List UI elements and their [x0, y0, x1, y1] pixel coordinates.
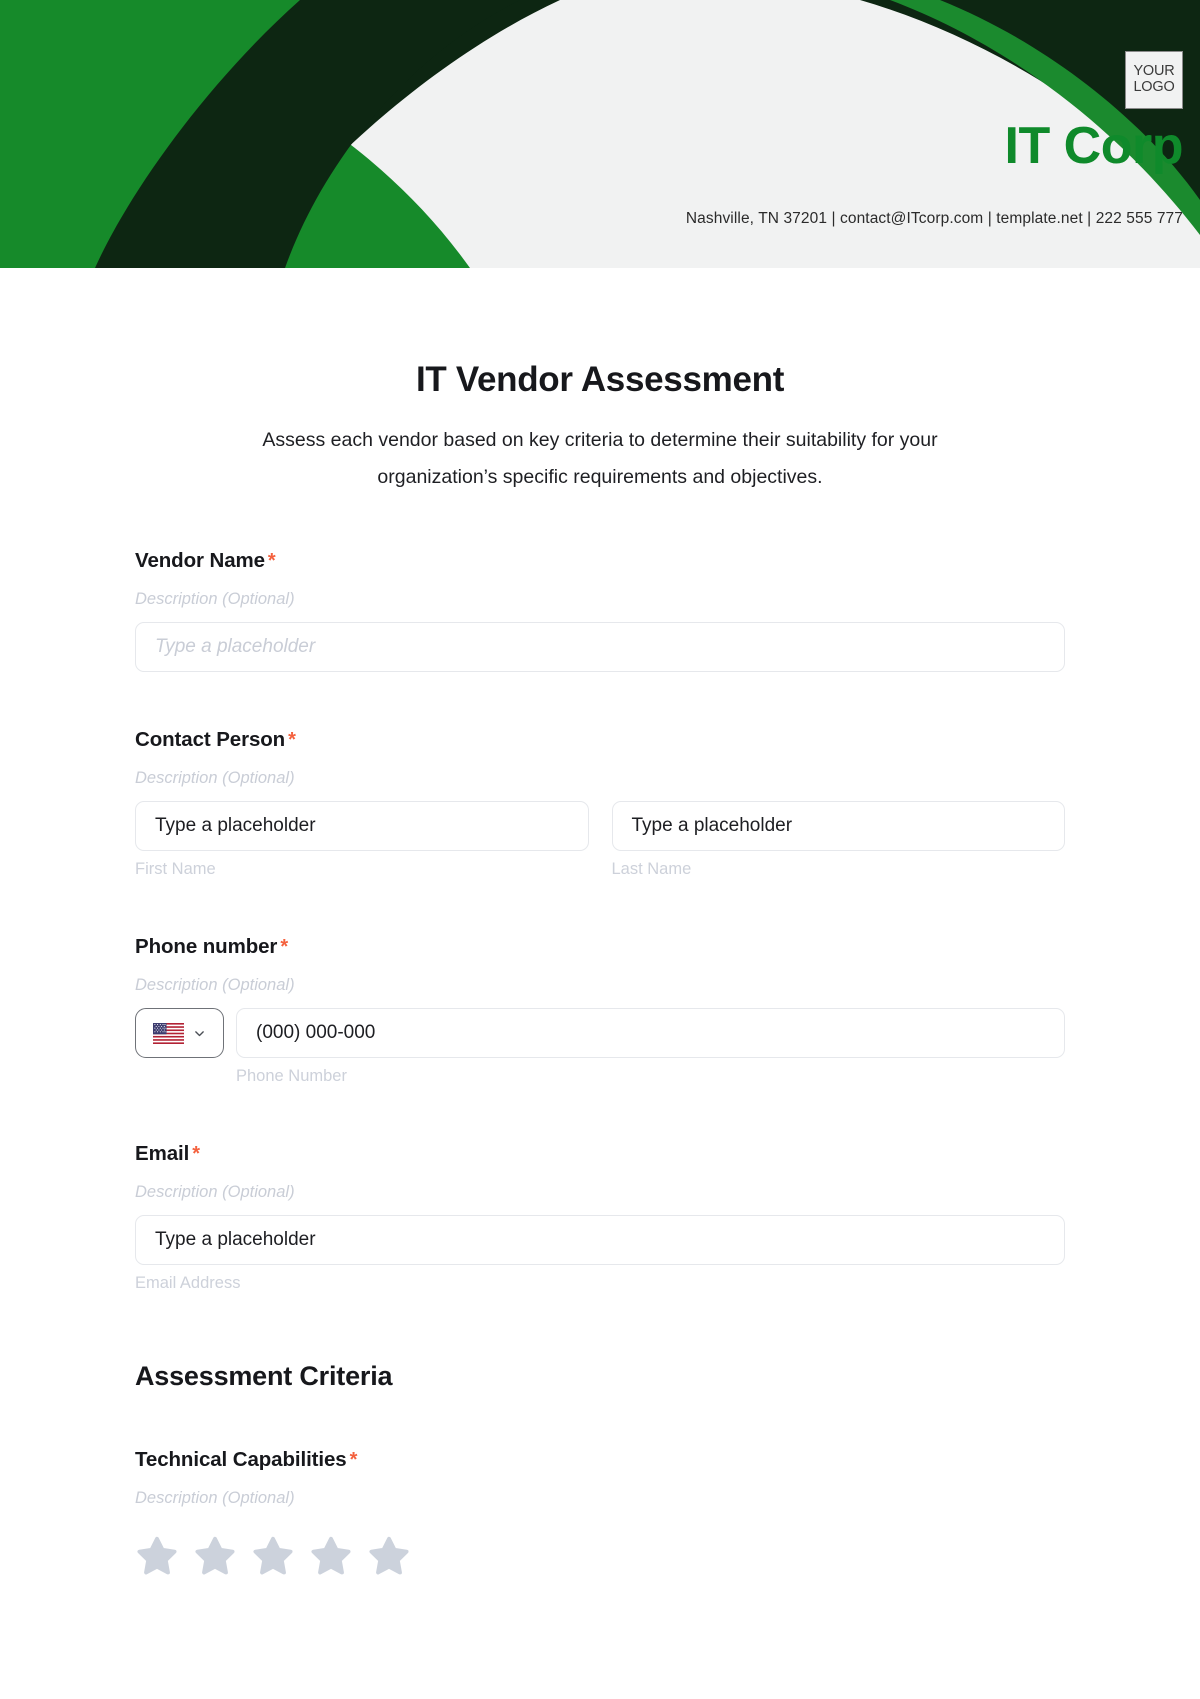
technical-capabilities-rating[interactable] [135, 1534, 1065, 1578]
last-name-sub-label: Last Name [611, 860, 692, 879]
page-title: IT Vendor Assessment [415, 360, 785, 399]
vendor-name-label: Vendor Name * [135, 549, 1065, 573]
chevron-down-icon [195, 1030, 204, 1037]
brand-contact-line: Nashville, TN 37201 | contact@ITcorp.com… [685, 210, 1183, 227]
star-icon[interactable] [367, 1534, 411, 1578]
required-asterisk: * [349, 1449, 358, 1472]
phone-number-description: Description (Optional) [135, 976, 295, 995]
email-input[interactable]: Type a placeholder [135, 1215, 1065, 1266]
star-icon[interactable] [309, 1534, 353, 1578]
field-technical-capabilities: Technical Capabilities * Description (Opt… [135, 1448, 1065, 1578]
form-page: IT Vendor Assessment Assess each vendor … [0, 268, 1200, 1578]
contact-person-label-text: Contact Person [135, 728, 286, 752]
header-brand-block: YOUR LOGO IT Corp Nashville, TN 37201 | … [580, 0, 1200, 268]
technical-capabilities-label: Technical Capabilities * [135, 1448, 1065, 1472]
star-icon[interactable] [135, 1534, 179, 1578]
phone-number-sub-label: Phone Number [236, 1067, 347, 1086]
logo-line-1: YOUR [1133, 63, 1175, 80]
field-contact-person: Contact Person * Description (Optional) T… [135, 728, 1065, 879]
contact-person-name-row: Type a placeholder First Name Type a pla… [135, 801, 1065, 879]
contact-person-label: Contact Person * [135, 728, 1065, 752]
vendor-name-description: Description (Optional) [135, 590, 295, 609]
brand-name: IT Corp [1004, 117, 1184, 175]
phone-number-group: (000) 000-000 Phone Number [236, 1008, 1065, 1086]
technical-capabilities-label-text: Technical Capabilities [135, 1448, 347, 1472]
logo-placeholder: YOUR LOGO [1125, 51, 1183, 109]
country-code-select[interactable] [135, 1008, 224, 1059]
field-vendor-name: Vendor Name * Description (Optional) Type… [135, 549, 1065, 673]
contact-person-description: Description (Optional) [135, 769, 295, 788]
phone-number-input[interactable]: (000) 000-000 [236, 1008, 1065, 1059]
first-name-sub-label: First Name [135, 860, 216, 879]
email-description: Description (Optional) [135, 1183, 295, 1202]
required-asterisk: * [288, 729, 296, 752]
logo-line-2: LOGO [1133, 79, 1175, 95]
first-name-input[interactable]: Type a placeholder [135, 801, 589, 852]
field-phone-number: Phone number * Description (Optional) (0… [135, 935, 1065, 1086]
us-flag-icon [153, 1022, 184, 1044]
last-name-input[interactable]: Type a placeholder [611, 801, 1065, 852]
email-label-text: Email [135, 1142, 190, 1166]
required-asterisk: * [192, 1143, 200, 1166]
page-subtitle: Assess each vendor based on key criteria… [262, 429, 938, 488]
vendor-name-label-text: Vendor Name [135, 549, 265, 573]
star-icon[interactable] [193, 1534, 237, 1578]
phone-number-label-text: Phone number [135, 935, 278, 959]
email-sub-label: Email Address [135, 1274, 241, 1293]
phone-input-row: (000) 000-000 Phone Number [135, 1008, 1065, 1086]
email-label: Email * [135, 1142, 1065, 1166]
last-name-group: Type a placeholder Last Name [611, 801, 1065, 879]
assessment-criteria-heading: Assessment Criteria [135, 1361, 393, 1392]
phone-number-label: Phone number * [135, 935, 1065, 959]
document-header: YOUR LOGO IT Corp Nashville, TN 37201 | … [0, 0, 1200, 268]
technical-capabilities-description: Description (Optional) [135, 1489, 295, 1508]
vendor-name-input[interactable]: Type a placeholder [135, 622, 1065, 673]
first-name-group: Type a placeholder First Name [135, 801, 589, 879]
required-asterisk: * [267, 550, 276, 573]
required-asterisk: * [280, 936, 288, 959]
star-icon[interactable] [251, 1534, 295, 1578]
field-email: Email * Description (Optional) Type a pla… [135, 1142, 1065, 1293]
